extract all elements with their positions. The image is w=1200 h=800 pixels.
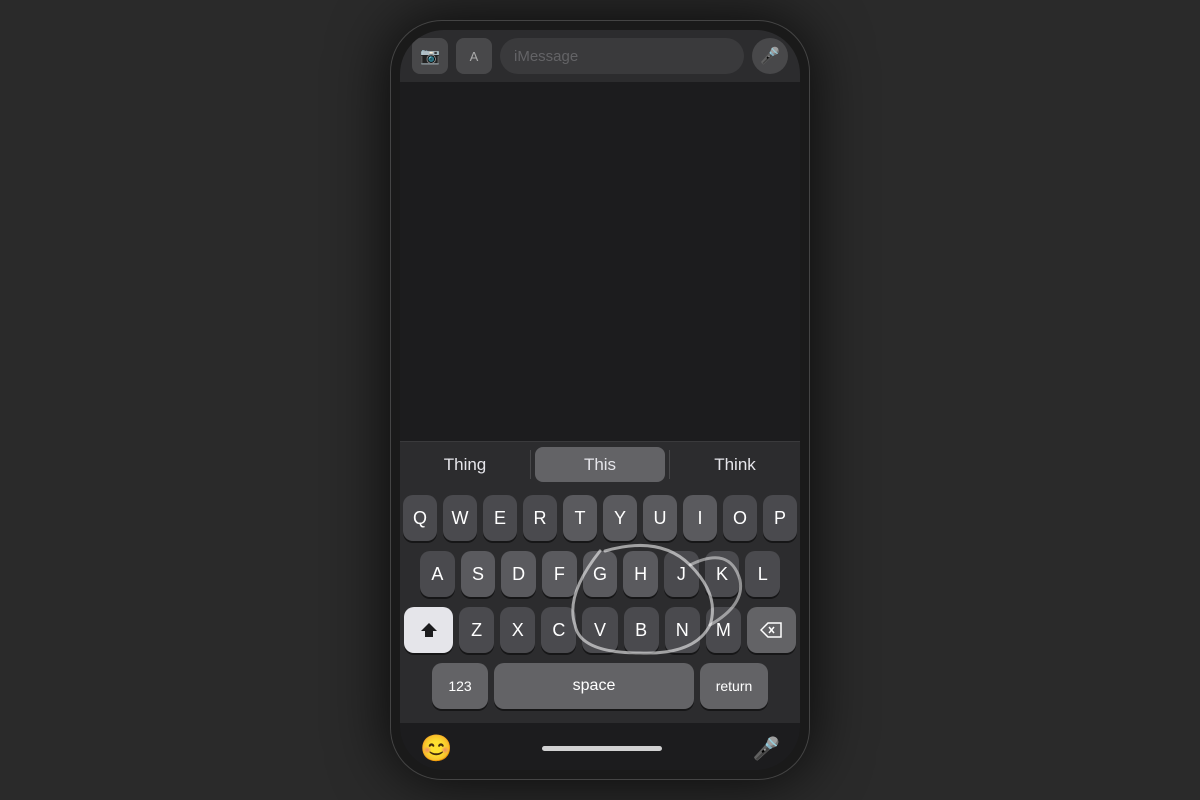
keyboard-row-1: Q W E R T Y U I O P (404, 495, 796, 541)
key-r[interactable]: R (523, 495, 557, 541)
message-content-area (400, 82, 800, 441)
autocomplete-thing[interactable]: Thing (400, 442, 530, 487)
key-m[interactable]: M (706, 607, 741, 653)
key-v[interactable]: V (582, 607, 617, 653)
return-key[interactable]: return (700, 663, 768, 709)
keyboard-mic-button[interactable]: 🎤 (753, 736, 780, 762)
mic-icon[interactable]: 🎤 (752, 38, 788, 74)
keyboard-row-2: A S D F G H J K L (404, 551, 796, 597)
message-placeholder: iMessage (514, 48, 578, 65)
key-x[interactable]: X (500, 607, 535, 653)
app-icon[interactable]: A (456, 38, 492, 74)
keyboard: Q W E R T Y U I O P A S D F G H J K (400, 487, 800, 723)
home-indicator[interactable] (542, 746, 662, 751)
key-d[interactable]: D (501, 551, 536, 597)
emoji-button[interactable]: 😊 (420, 733, 452, 764)
key-y[interactable]: Y (603, 495, 637, 541)
key-p[interactable]: P (763, 495, 797, 541)
phone-screen: 📷 A iMessage 🎤 Thing This Think (400, 30, 800, 770)
key-z[interactable]: Z (459, 607, 494, 653)
autocomplete-divider-1 (530, 450, 531, 479)
key-g[interactable]: G (583, 551, 618, 597)
key-i[interactable]: I (683, 495, 717, 541)
key-c[interactable]: C (541, 607, 576, 653)
bottom-row: 😊 🎤 (400, 723, 800, 770)
key-j[interactable]: J (664, 551, 699, 597)
key-h[interactable]: H (623, 551, 658, 597)
phone-frame: 📷 A iMessage 🎤 Thing This Think (390, 20, 810, 780)
key-t[interactable]: T (563, 495, 597, 541)
key-u[interactable]: U (643, 495, 677, 541)
shift-key[interactable] (404, 607, 453, 653)
key-l[interactable]: L (745, 551, 780, 597)
key-q[interactable]: Q (403, 495, 437, 541)
key-o[interactable]: O (723, 495, 757, 541)
keyboard-row-3: Z X C V B N M (404, 607, 796, 653)
autocomplete-this[interactable]: This (535, 447, 665, 482)
key-n[interactable]: N (665, 607, 700, 653)
key-s[interactable]: S (461, 551, 496, 597)
space-key[interactable]: space (494, 663, 694, 709)
key-w[interactable]: W (443, 495, 477, 541)
key-a[interactable]: A (420, 551, 455, 597)
autocomplete-bar: Thing This Think (400, 441, 800, 487)
key-f[interactable]: F (542, 551, 577, 597)
autocomplete-think[interactable]: Think (670, 442, 800, 487)
top-bar: 📷 A iMessage 🎤 (400, 30, 800, 82)
message-input[interactable]: iMessage (500, 38, 744, 74)
camera-icon[interactable]: 📷 (412, 38, 448, 74)
key-e[interactable]: E (483, 495, 517, 541)
numbers-key[interactable]: 123 (432, 663, 488, 709)
key-k[interactable]: K (705, 551, 740, 597)
keyboard-row-4: 123 space return (404, 663, 796, 709)
backspace-key[interactable] (747, 607, 796, 653)
key-b[interactable]: B (624, 607, 659, 653)
